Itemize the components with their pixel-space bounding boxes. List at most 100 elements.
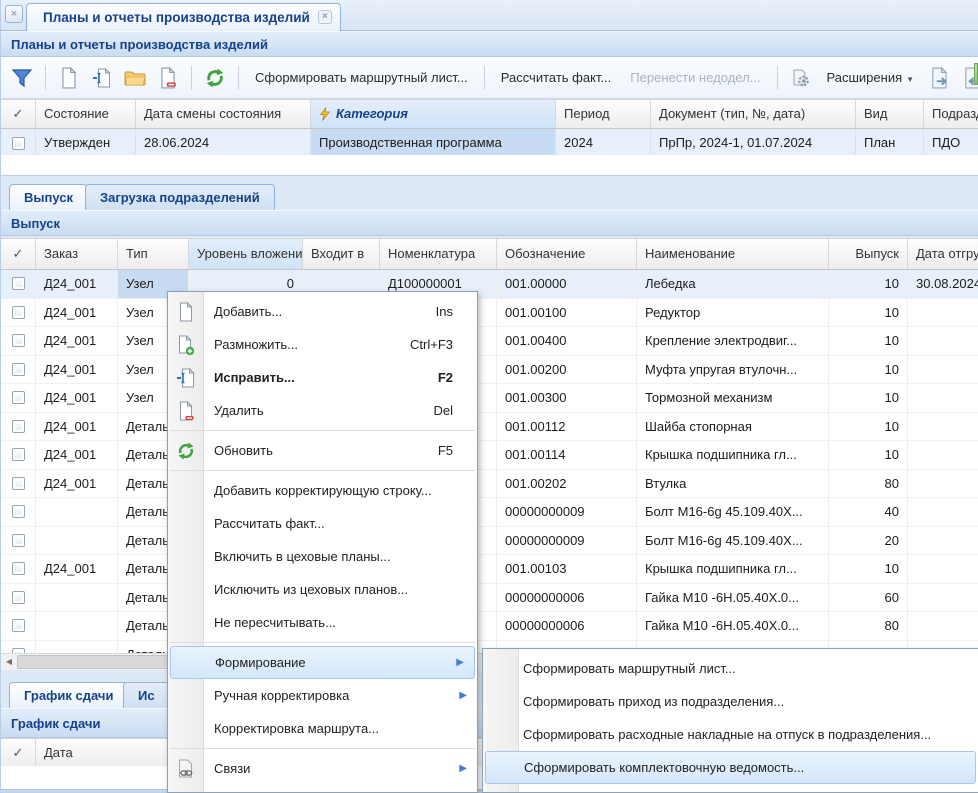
table-row[interactable]: Деталь 00000000009 Болт М16-6g 45.109.40… (1, 527, 978, 556)
row-checkbox[interactable] (12, 505, 25, 518)
cell-ship-date[interactable] (908, 555, 978, 583)
tab-plans-and-reports[interactable]: Планы и отчеты производства изделий × (26, 3, 341, 31)
row-checkbox[interactable] (12, 137, 25, 150)
cell-state[interactable]: Утвержден (36, 129, 136, 157)
cell-ship-date[interactable] (908, 413, 978, 441)
column-department[interactable]: Подразделение (924, 100, 978, 128)
menu-item[interactable]: Размножить... Ctrl+F3 (168, 328, 477, 361)
column-check[interactable]: ✓ (1, 239, 36, 269)
cell-designation[interactable]: 00000000009 (497, 498, 637, 526)
cell-designation[interactable]: 00000000006 (497, 584, 637, 612)
cell-designation[interactable]: 001.00202 (497, 470, 637, 498)
submenu-item[interactable]: Сформировать комплектовочную ведомость..… (485, 751, 976, 784)
close-tab-button[interactable]: × (5, 5, 23, 23)
cell-order[interactable]: Д24_001 (36, 299, 118, 327)
menu-item[interactable]: Ручная корректировка ▶ (168, 679, 477, 712)
table-row[interactable]: Д24_001 Деталь 001.00114 Крышка подшипни… (1, 441, 978, 470)
cell-category[interactable]: Производственная программа (311, 129, 556, 157)
cell-name[interactable]: Крышка подшипника гл... (637, 441, 829, 469)
cell-name[interactable]: Гайка М10 -6Н.05.40Х.0... (637, 584, 829, 612)
row-checkbox[interactable] (12, 363, 25, 376)
cell-ship-date[interactable] (908, 612, 978, 640)
table-row[interactable]: Д24_001 Узел 001.00200 Муфта упругая вту… (1, 356, 978, 385)
column-name[interactable]: Наименование (637, 239, 829, 269)
column-type[interactable]: Тип (118, 239, 189, 269)
cell-output-qty[interactable]: 10 (829, 441, 908, 469)
tab-output[interactable]: Выпуск (9, 184, 88, 210)
table-row[interactable]: Д24_001 Узел 0 Д100000001 001.00000 Лебе… (1, 270, 978, 299)
row-checkbox[interactable] (12, 277, 25, 290)
cell-name[interactable]: Крышка подшипника гл... (637, 555, 829, 583)
cell-ship-date[interactable]: 30.08.2024 (908, 270, 978, 298)
menu-item[interactable] (168, 785, 477, 793)
menu-item[interactable]: Добавить... Ins (168, 295, 477, 328)
column-order[interactable]: Заказ (36, 239, 118, 269)
tab-delivery-schedule[interactable]: График сдачи (9, 682, 128, 708)
cell-order[interactable]: Д24_001 (36, 413, 118, 441)
column-period[interactable]: Период (556, 100, 651, 128)
table-row[interactable]: Деталь 00000000009 Болт М16-6g 45.109.40… (1, 498, 978, 527)
cell-order[interactable]: Д24_001 (36, 327, 118, 355)
cell-output-qty[interactable]: 10 (829, 299, 908, 327)
menu-item[interactable]: Удалить Del (168, 394, 477, 427)
cell-output-qty[interactable]: 10 (829, 327, 908, 355)
menu-item[interactable]: Рассчитать факт... (168, 507, 477, 540)
cell-ship-date[interactable] (908, 527, 978, 555)
cell-ship-date[interactable] (908, 441, 978, 469)
cell-order[interactable] (36, 498, 118, 526)
table-row[interactable]: Д24_001 Деталь 001.00103 Крышка подшипни… (1, 555, 978, 584)
cell-ship-date[interactable] (908, 384, 978, 412)
cell-order[interactable]: Д24_001 (36, 470, 118, 498)
cell-ship-date[interactable] (908, 356, 978, 384)
cell-name[interactable]: Тормозной механизм (637, 384, 829, 412)
row-checkbox[interactable] (12, 391, 25, 404)
menu-item[interactable]: Исправить... F2 (168, 361, 477, 394)
edit-document-icon[interactable] (89, 65, 115, 91)
column-nomenclature[interactable]: Номенклатура (380, 239, 497, 269)
column-document[interactable]: Документ (тип, №, дата) (651, 100, 856, 128)
cell-output-qty[interactable]: 20 (829, 527, 908, 555)
cell-order[interactable]: Д24_001 (36, 356, 118, 384)
cell-output-qty[interactable]: 60 (829, 584, 908, 612)
menu-item[interactable]: Связи ▶ (168, 752, 477, 785)
row-checkbox[interactable] (12, 420, 25, 433)
cell-name[interactable]: Муфта упругая втулочн... (637, 356, 829, 384)
submenu-item[interactable]: Сформировать маршрутный лист... (483, 652, 978, 685)
cell-kind[interactable]: План (856, 129, 924, 157)
table-row[interactable]: Д24_001 Узел 001.00100 Редуктор 10 (1, 299, 978, 328)
table-row[interactable]: Утвержден 28.06.2024 Производственная пр… (1, 129, 978, 158)
cell-output-qty[interactable]: 80 (829, 470, 908, 498)
cell-name[interactable]: Гайка М10 -6Н.05.40Х.0... (637, 612, 829, 640)
menu-item[interactable]: Формирование ▶ (170, 646, 475, 679)
cell-order[interactable]: Д24_001 (36, 270, 118, 298)
submenu-item[interactable]: Сформировать (483, 784, 978, 793)
cell-order[interactable]: Д24_001 (36, 555, 118, 583)
generate-route-sheet-button[interactable]: Сформировать маршрутный лист... (249, 70, 474, 85)
cell-output-qty[interactable]: 10 (829, 413, 908, 441)
cell-designation[interactable]: 001.00400 (497, 327, 637, 355)
cell-order[interactable]: Д24_001 (36, 441, 118, 469)
cell-name[interactable]: Втулка (637, 470, 829, 498)
cell-ship-date[interactable] (908, 299, 978, 327)
cell-output-qty[interactable]: 10 (829, 356, 908, 384)
cell-designation[interactable]: 001.00300 (497, 384, 637, 412)
row-checkbox[interactable] (12, 334, 25, 347)
column-state-date[interactable]: Дата смены состояния (136, 100, 311, 128)
extensions-gear-icon[interactable] (788, 65, 814, 91)
table-row[interactable]: Д24_001 Деталь 001.00112 Шайба стопорная… (1, 413, 978, 442)
cell-state-date[interactable]: 28.06.2024 (136, 129, 311, 157)
table-row[interactable]: Деталь 00000000006 Гайка М10 -6Н.05.40Х.… (1, 584, 978, 613)
table-row[interactable]: Деталь 00000000006 Гайка М10 -6Н.05.40Х.… (1, 612, 978, 641)
column-designation[interactable]: Обозначение (497, 239, 637, 269)
export-document-icon[interactable] (927, 65, 953, 91)
column-nesting-level[interactable]: Уровень вложения (189, 239, 303, 269)
column-check[interactable]: ✓ (1, 739, 36, 767)
tab-department-load[interactable]: Загрузка подразделений (85, 184, 275, 210)
cell-name[interactable]: Болт М16-6g 45.109.40Х... (637, 498, 829, 526)
menu-item[interactable]: Добавить корректирующую строку... (168, 474, 477, 507)
cell-name[interactable]: Болт М16-6g 45.109.40Х... (637, 527, 829, 555)
cell-ship-date[interactable] (908, 498, 978, 526)
column-kind[interactable]: Вид (856, 100, 924, 128)
table-row[interactable]: Д24_001 Узел 001.00300 Тормозной механиз… (1, 384, 978, 413)
menu-item[interactable]: Обновить F5 (168, 434, 477, 467)
